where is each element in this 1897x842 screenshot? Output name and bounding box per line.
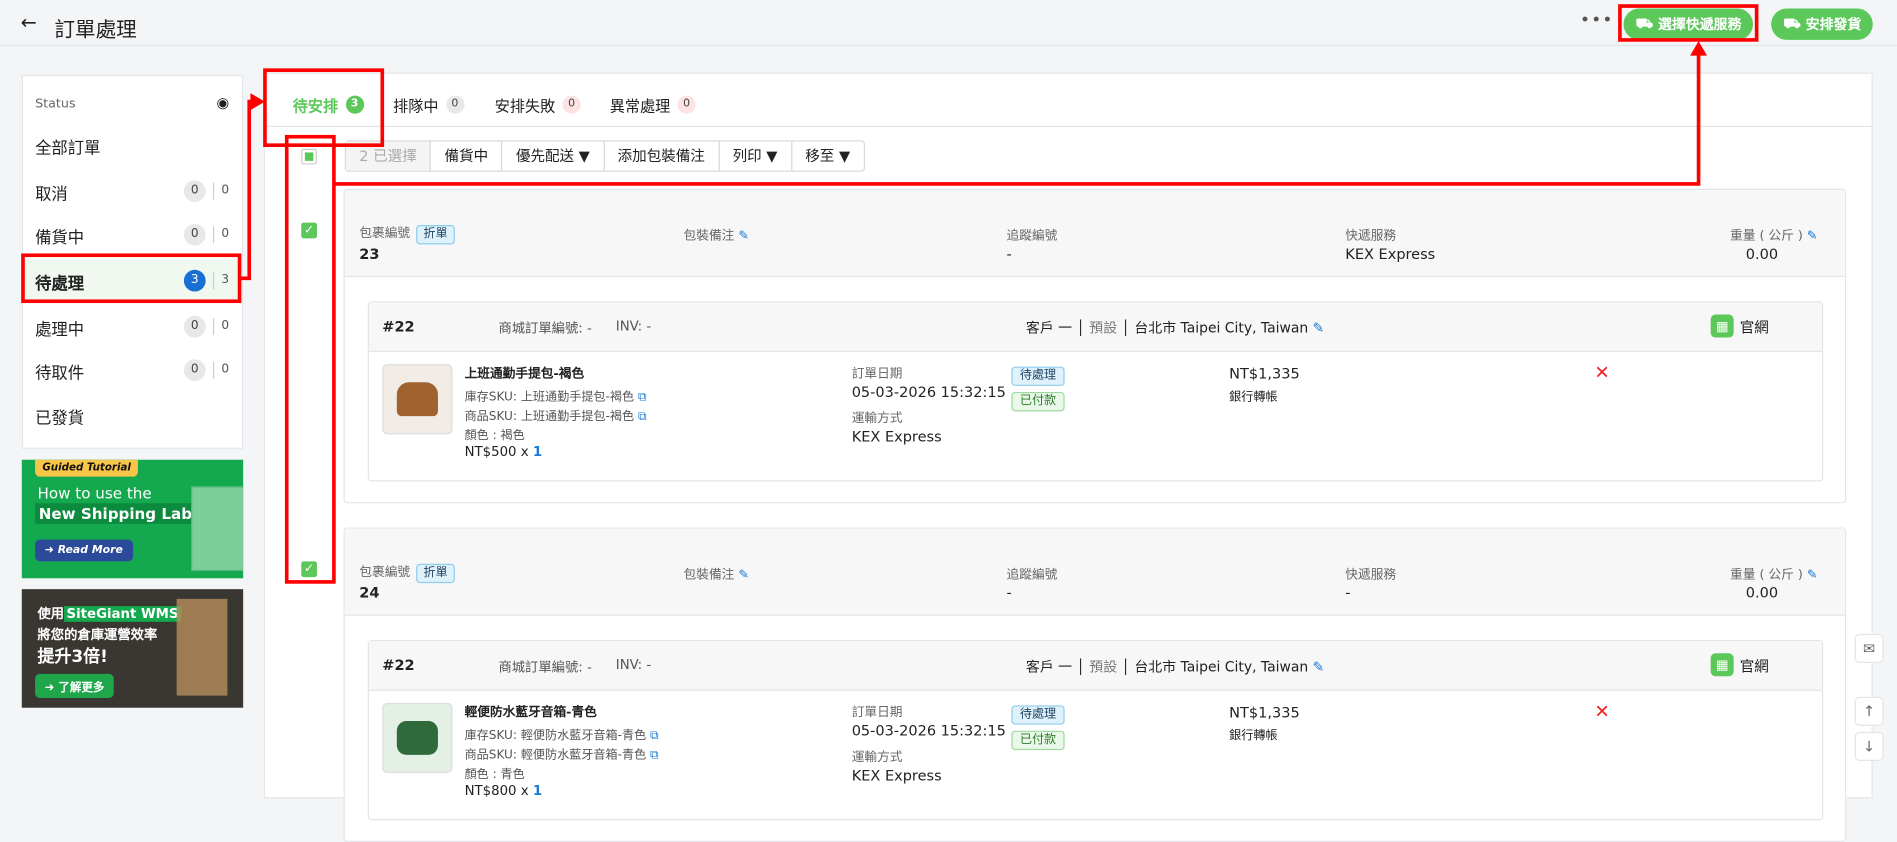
annotation-box-tab	[263, 68, 385, 147]
annotation-overlay	[21, 4, 1759, 584]
qty-x: x	[520, 782, 529, 799]
annotation-arrow-line	[239, 99, 255, 281]
annotation-box-checkboxes	[284, 134, 336, 584]
annotation-arrow-line	[333, 50, 1701, 186]
unit-price: NT$800	[464, 782, 517, 799]
arrow-head-icon	[250, 93, 265, 111]
annotation-box-courier	[1618, 4, 1759, 42]
quantity: 1	[532, 782, 543, 799]
arrow-head-icon	[1690, 41, 1708, 56]
annotation-box-sidebar	[21, 253, 242, 304]
